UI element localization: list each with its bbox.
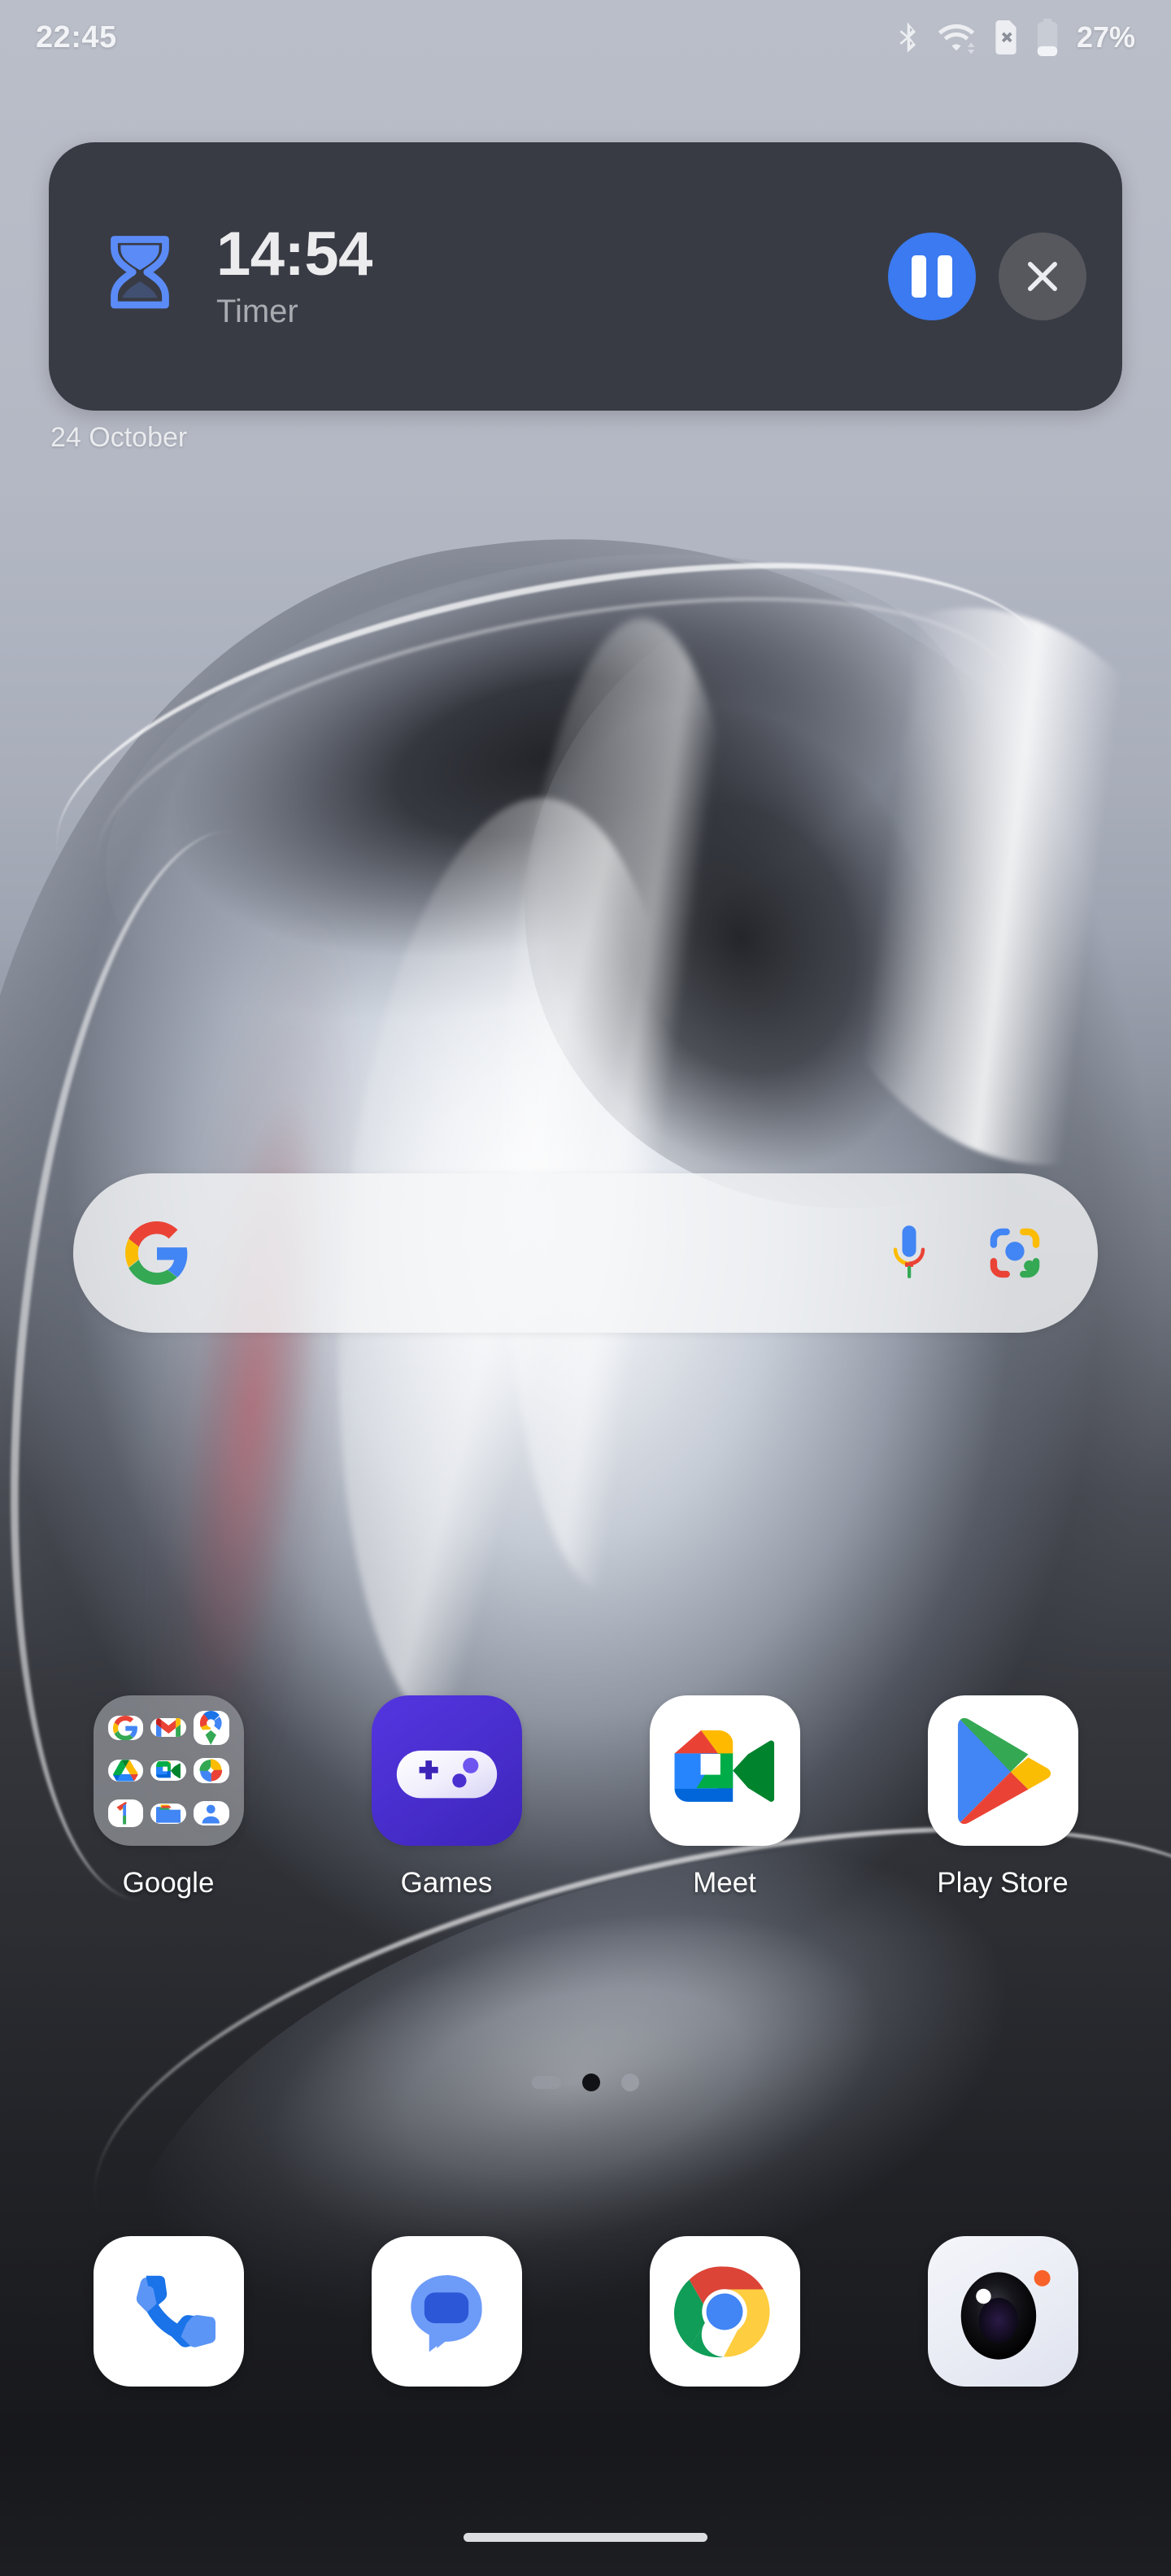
search-input[interactable] (189, 1173, 885, 1333)
page-dot-2-active[interactable] (582, 2073, 600, 2091)
notification-date: 24 October (50, 422, 188, 453)
page-dot-1[interactable] (532, 2076, 561, 2089)
page-dot-3[interactable] (621, 2073, 639, 2091)
app-label-play-store: Play Store (937, 1867, 1069, 1899)
mini-drive-icon (107, 1760, 144, 1782)
dock-item-phone[interactable] (75, 2236, 262, 2387)
timer-info: 14:54 Timer (216, 223, 888, 331)
google-search-bar[interactable] (73, 1173, 1098, 1333)
dock-item-camera[interactable] (909, 2236, 1096, 2387)
google-lens-icon[interactable] (984, 1222, 1046, 1284)
mini-gmail-icon (150, 1718, 186, 1738)
app-label-meet: Meet (693, 1867, 756, 1899)
status-bar: 22:45 27% (0, 0, 1171, 75)
dock (0, 2236, 1171, 2387)
camera-icon[interactable] (927, 2236, 1078, 2387)
chrome-icon[interactable] (649, 2236, 800, 2387)
mini-meet-icon (150, 1760, 186, 1782)
google-folder-icon[interactable] (93, 1695, 244, 1846)
app-label-google: Google (122, 1867, 215, 1899)
pause-icon (912, 255, 926, 298)
app-play-store[interactable]: Play Store (909, 1695, 1096, 1899)
mini-google-one-icon (107, 1799, 144, 1827)
mini-contacts-icon (193, 1800, 229, 1826)
dock-item-messages[interactable] (353, 2236, 540, 2387)
mini-maps-icon (193, 1710, 229, 1745)
close-button[interactable] (999, 233, 1086, 320)
messages-icon[interactable] (371, 2236, 522, 2387)
hourglass-icon (94, 231, 185, 322)
games-icon[interactable] (371, 1695, 522, 1846)
microphone-icon[interactable] (885, 1222, 934, 1284)
notification-shade: 14:54 Timer 24 October (0, 142, 1171, 454)
bluetooth-icon (896, 20, 921, 54)
app-games[interactable]: Games (353, 1695, 540, 1899)
home-gesture-handle[interactable] (464, 2532, 707, 2542)
app-label-games: Games (400, 1867, 493, 1899)
timer-remaining-time: 14:54 (216, 219, 372, 289)
mini-photos-icon (193, 1758, 229, 1783)
sim-card-missing-icon (992, 20, 1020, 54)
timer-notification-card[interactable]: 14:54 Timer (49, 142, 1122, 411)
wifi-icon (937, 20, 976, 54)
timer-app-label: Timer (216, 294, 298, 330)
page-indicator[interactable] (0, 2073, 1171, 2091)
mini-files-icon (150, 1803, 186, 1824)
app-grid: Google Games Meet Play Store (0, 1695, 1171, 1899)
battery-percentage-label: 27% (1076, 20, 1135, 54)
mini-google-icon (107, 1715, 144, 1741)
google-play-icon[interactable] (927, 1695, 1078, 1846)
app-folder-google[interactable]: Google (75, 1695, 262, 1899)
status-bar-icons: 27% (896, 19, 1135, 56)
pause-button[interactable] (888, 233, 976, 320)
battery-icon (1036, 19, 1059, 56)
navigation-bar (0, 2498, 1171, 2576)
dock-item-chrome[interactable] (631, 2236, 818, 2387)
phone-icon[interactable] (93, 2236, 244, 2387)
close-icon (1028, 262, 1057, 291)
status-bar-clock: 22:45 (36, 20, 117, 54)
app-meet[interactable]: Meet (631, 1695, 818, 1899)
google-g-icon (125, 1221, 189, 1285)
google-meet-icon[interactable] (649, 1695, 800, 1846)
